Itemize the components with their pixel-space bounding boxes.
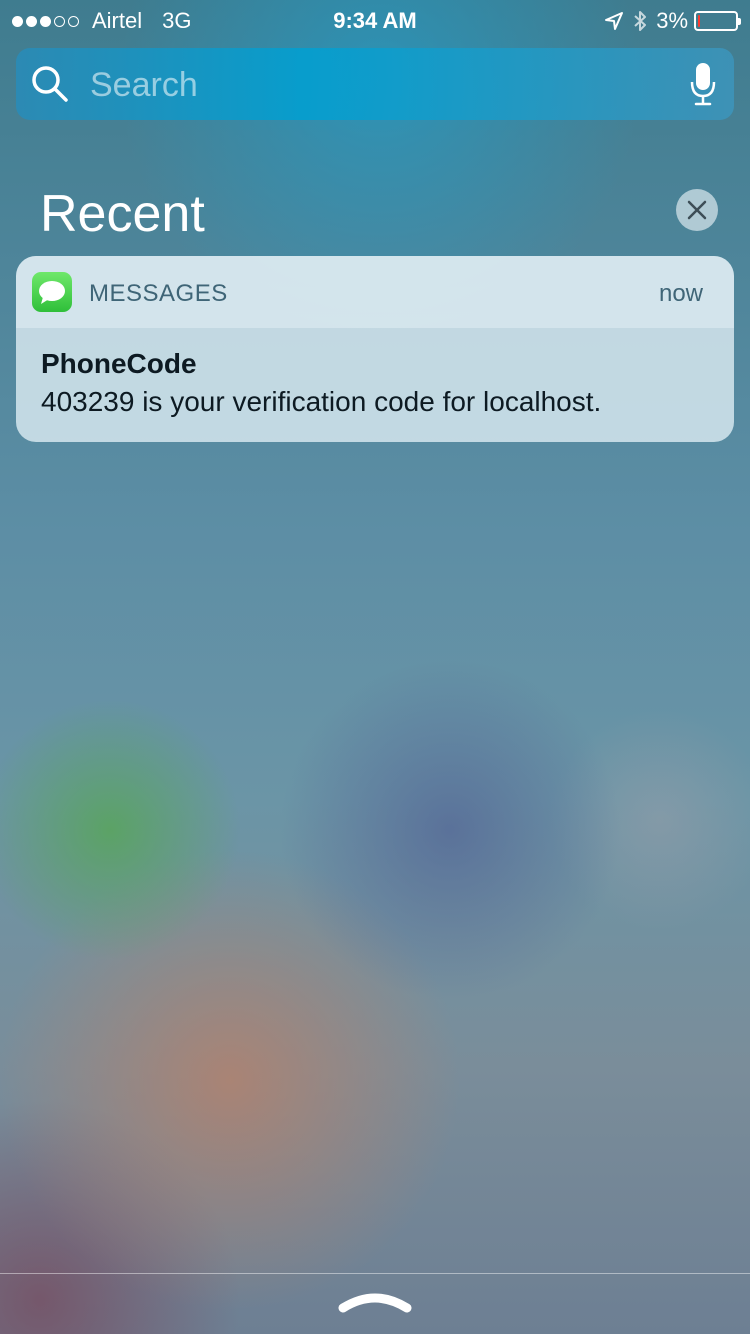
battery-icon [694, 11, 741, 31]
bottom-divider [0, 1273, 750, 1274]
notification-header: MESSAGES now [16, 256, 734, 328]
notification-card[interactable]: MESSAGES now PhoneCode 403239 is your ve… [16, 256, 734, 442]
notification-app-name: MESSAGES [89, 280, 228, 307]
chevron-up-icon[interactable] [338, 1288, 412, 1316]
bluetooth-icon [634, 11, 647, 31]
battery-percent: 3% [656, 8, 688, 33]
status-bar: Airtel 3G 9:34 AM 3% [0, 0, 750, 40]
close-icon [687, 200, 707, 220]
search-icon [32, 66, 68, 102]
notification-time: now [658, 280, 703, 307]
battery-level [698, 15, 700, 27]
section-title: Recent [40, 185, 205, 243]
microphone-icon[interactable] [690, 62, 716, 106]
location-arrow-icon [605, 12, 624, 30]
search-placeholder: Search [90, 66, 198, 104]
search-bar[interactable]: Search [16, 48, 734, 120]
notification-body: 403239 is your verification code for loc… [41, 386, 602, 417]
clear-recent-button[interactable] [676, 189, 718, 231]
messages-icon [32, 272, 72, 312]
notification-title: PhoneCode [41, 348, 197, 379]
